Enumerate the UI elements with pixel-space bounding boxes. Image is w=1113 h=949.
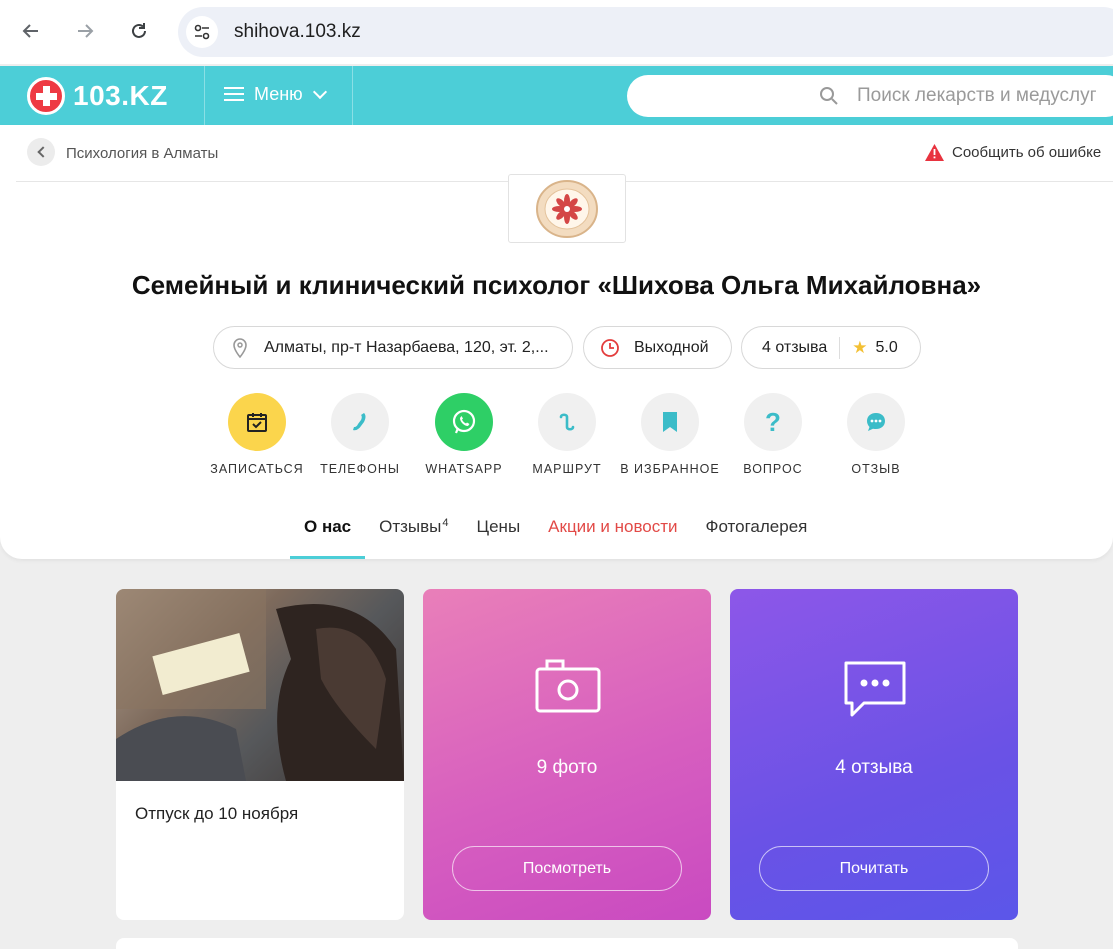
action-label: В ИЗБРАННОЕ [620, 462, 720, 476]
chat-bubble-icon [847, 393, 905, 451]
report-error-label: Сообщить об ошибке [952, 144, 1102, 161]
address-text: Алматы, пр-т Назарбаева, 120, эт. 2,... [264, 338, 549, 356]
chevron-down-icon [312, 84, 327, 99]
tab-label: Фотогалерея [705, 517, 808, 536]
reviews-card[interactable]: 4 отзыва Почитать [730, 589, 1018, 920]
action-label: ВОПРОС [743, 462, 803, 476]
forward-arrow-icon[interactable] [68, 14, 102, 48]
reload-icon[interactable] [122, 14, 156, 48]
question-icon: ? [744, 393, 802, 451]
browser-toolbar: shihova.103.kz [0, 0, 1113, 64]
tab-label: Отзывы [379, 517, 442, 536]
back-arrow-icon[interactable] [14, 14, 48, 48]
logo-text: 103.KZ [73, 80, 168, 111]
url-text[interactable]: shihova.103.kz [234, 21, 361, 43]
chevron-left-icon [36, 146, 49, 158]
reviews-count-text: 4 отзыва [762, 338, 828, 356]
tab-about[interactable]: О нас [290, 508, 366, 559]
clinic-emblem-icon [536, 179, 598, 238]
action-label: WHATSAPP [425, 462, 503, 476]
site-settings-icon[interactable] [186, 16, 218, 48]
tab-label: Цены [476, 517, 521, 536]
photos-count: 9 фото [536, 757, 598, 778]
rating-value: 5.0 [875, 338, 898, 356]
action-label: ОТЗЫВ [851, 462, 901, 476]
address-pill[interactable]: Алматы, пр-т Назарбаева, 120, эт. 2,... [213, 326, 573, 369]
clock-icon [601, 338, 619, 357]
clinic-card: Психология в Алматы Сообщить об ошибке С… [0, 125, 1113, 559]
book-appointment-button[interactable]: ЗАПИСАТЬСЯ [202, 393, 312, 476]
view-photos-button[interactable]: Посмотреть [452, 846, 682, 891]
pill-divider [839, 336, 841, 359]
search-box[interactable] [627, 75, 1113, 117]
phone-icon [331, 393, 389, 451]
hours-text: Выходной [634, 338, 709, 356]
rating-pill[interactable]: 4 отзыва ★ 5.0 [741, 326, 921, 369]
action-bar: ЗАПИСАТЬСЯ ТЕЛЕФОНЫ WHATSAPP МАРШРУТ В И… [200, 393, 920, 483]
header-divider [204, 66, 205, 125]
route-icon [538, 393, 596, 451]
report-error-link[interactable]: Сообщить об ошибке [925, 144, 1101, 161]
tab-reviews[interactable]: Отзывы 4 [365, 508, 462, 559]
clinic-title: Семейный и клинический психолог «Шихова … [131, 270, 982, 300]
announcement-photo [116, 589, 404, 781]
tab-gallery[interactable]: Фотогалерея [692, 508, 822, 559]
tab-label: О нас [304, 517, 352, 536]
medical-cross-icon [27, 77, 65, 115]
read-reviews-button[interactable]: Почитать [759, 846, 989, 891]
clinic-logo [508, 174, 626, 243]
photos-card[interactable]: 9 фото Посмотреть [423, 589, 711, 920]
camera-icon [535, 659, 601, 713]
menu-label: Меню [254, 84, 303, 104]
site-logo[interactable]: 103.KZ [27, 77, 168, 115]
tab-promotions[interactable]: Акции и новости [534, 508, 691, 559]
announcement-text: Отпуск до 10 ноября [135, 804, 299, 823]
whatsapp-icon [435, 393, 493, 451]
review-button[interactable]: ОТЗЫВ [821, 393, 931, 476]
hamburger-icon [224, 87, 244, 102]
route-button[interactable]: МАРШРУТ [512, 393, 622, 476]
address-bar[interactable]: shihova.103.kz [178, 7, 1113, 57]
location-pin-icon [233, 337, 247, 358]
back-button[interactable] [27, 138, 55, 166]
tab-label: Акции и новости [548, 517, 678, 536]
star-icon: ★ [852, 337, 868, 357]
search-input[interactable] [857, 75, 1113, 117]
menu-button[interactable]: Меню [224, 84, 327, 105]
phones-button[interactable]: ТЕЛЕФОНЫ [305, 393, 415, 476]
chat-bubble-icon [844, 661, 906, 717]
header-divider [352, 66, 353, 125]
question-button[interactable]: ? ВОПРОС [718, 393, 828, 476]
announcement-card[interactable]: Отпуск до 10 ноября [116, 589, 404, 920]
action-label: МАРШРУТ [532, 462, 602, 476]
hours-pill[interactable]: Выходной [583, 326, 732, 369]
site-header: 103.KZ Меню [0, 66, 1113, 125]
action-label: ТЕЛЕФОНЫ [320, 462, 400, 476]
bookmark-icon [641, 393, 699, 451]
whatsapp-button[interactable]: WHATSAPP [409, 393, 519, 476]
tab-badge: 4 [442, 517, 449, 529]
next-section-card [116, 938, 1018, 949]
warning-icon [925, 144, 944, 161]
tab-bar: О нас Отзывы 4 Цены Акции и новости Фотог… [290, 508, 821, 559]
favorite-button[interactable]: В ИЗБРАННОЕ [615, 393, 725, 476]
calendar-check-icon [228, 393, 286, 451]
action-label: ЗАПИСАТЬСЯ [210, 462, 304, 476]
tab-prices[interactable]: Цены [463, 508, 535, 559]
breadcrumb[interactable]: Психология в Алматы [66, 145, 218, 162]
search-icon [820, 87, 838, 105]
reviews-count: 4 отзыва [835, 757, 913, 778]
